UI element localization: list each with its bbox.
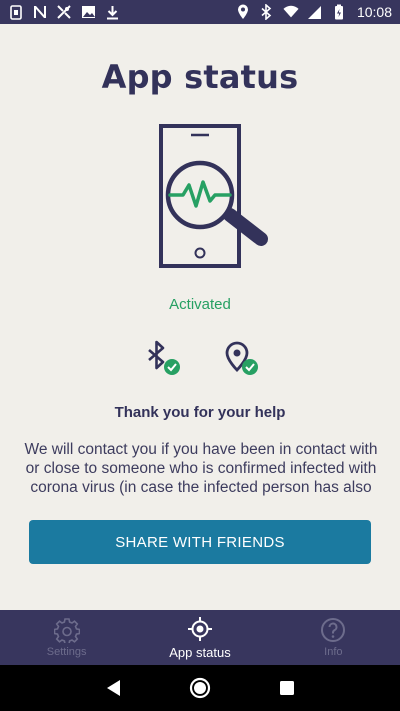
info-text: We will contact you if you have been in … (24, 441, 378, 496)
status-right-icons: 10:08 (235, 4, 392, 20)
question-icon (321, 618, 346, 642)
page-title: App status (101, 58, 299, 96)
target-icon (187, 616, 212, 641)
sim-icon (8, 4, 24, 20)
location-check-icon (224, 340, 260, 376)
status-bar: 10:08 (0, 0, 400, 24)
battery-icon (331, 4, 347, 20)
wifi-icon (283, 4, 299, 20)
phone-magnifier-icon (150, 122, 275, 272)
nav-label-info: Info (324, 646, 343, 658)
main-content: App status Activated Thank you for your … (0, 24, 400, 610)
back-icon[interactable] (101, 676, 125, 700)
permission-icons (140, 338, 270, 378)
nav-label-app-status: App status (169, 644, 231, 660)
status-time: 10:08 (356, 4, 392, 20)
download-icon (104, 4, 120, 20)
nav-item-app-status[interactable]: App status (133, 610, 266, 665)
cross-icon (56, 4, 72, 20)
n-icon (32, 4, 48, 20)
bluetooth-icon (259, 4, 275, 20)
thanks-heading: Thank you for your help (114, 404, 286, 421)
gear-icon (53, 618, 80, 643)
status-left-icons (8, 4, 120, 20)
image-icon (80, 4, 96, 20)
nav-item-info[interactable]: Info (267, 610, 400, 665)
bluetooth-check-icon (146, 340, 182, 376)
signal-icon (307, 4, 323, 20)
nav-label-settings: Settings (46, 646, 87, 658)
recents-icon[interactable] (275, 676, 299, 700)
share-with-friends-button[interactable]: SHARE WITH FRIENDS (29, 520, 371, 564)
status-text: Activated (169, 296, 231, 313)
system-nav-bar (0, 665, 400, 711)
home-icon[interactable] (188, 676, 212, 700)
nav-item-settings[interactable]: Settings (0, 610, 133, 665)
bottom-nav: Settings App status Info (0, 610, 400, 665)
location-icon (235, 4, 251, 20)
